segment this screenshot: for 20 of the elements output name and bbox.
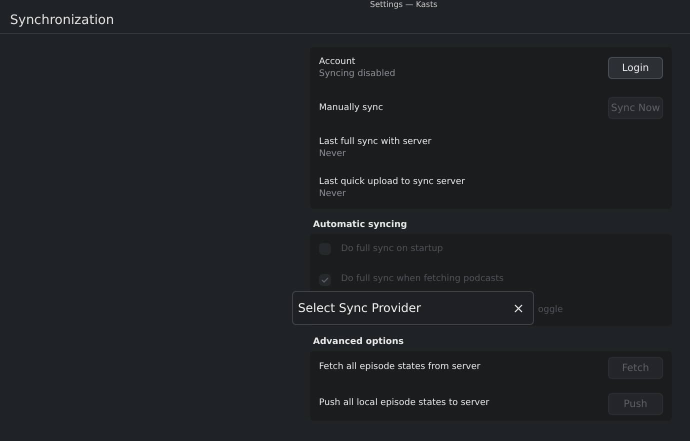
setting-label: Manually sync bbox=[319, 102, 384, 114]
setting-label: Last full sync with server bbox=[319, 136, 432, 148]
option-label: Do full sync when fetching podcasts bbox=[341, 273, 504, 286]
setting-value: Never bbox=[319, 188, 347, 200]
option-label: Do full sync on startup bbox=[341, 242, 444, 256]
setting-label: Last quick upload to sync server bbox=[319, 176, 465, 188]
page-title: Synchronization bbox=[10, 13, 114, 29]
setting-value: Never bbox=[319, 148, 347, 160]
setting-value: Syncing disabled bbox=[319, 68, 396, 80]
section-title: Advanced options bbox=[313, 336, 405, 348]
action-button[interactable]: Login bbox=[608, 57, 663, 79]
checkmark-icon bbox=[321, 276, 329, 284]
setting-label: Account bbox=[319, 56, 356, 68]
dialog-title: Select Sync Provider bbox=[298, 300, 421, 317]
setting-label: Push all local episode states to server bbox=[319, 397, 490, 410]
section-title: Automatic syncing bbox=[313, 219, 408, 231]
close-icon bbox=[514, 304, 522, 312]
setting-label: Fetch all episode states from server bbox=[319, 361, 480, 374]
option-label: oggle bbox=[538, 304, 563, 317]
window-title: Settings — Kasts bbox=[370, 0, 438, 10]
